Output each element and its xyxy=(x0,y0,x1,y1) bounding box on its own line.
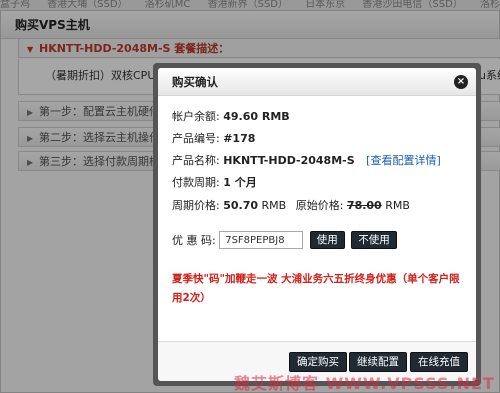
view-config-link[interactable]: [查看配置详情] xyxy=(366,154,441,167)
period-row: 付款周期: 1 个月 xyxy=(172,174,257,190)
period-value: 1 个月 xyxy=(223,176,257,189)
use-coupon-button[interactable]: 使用 xyxy=(309,231,345,249)
online-recharge-button[interactable]: 在线充值 xyxy=(410,352,468,372)
balance-value: 49.60 RMB xyxy=(223,110,290,123)
price-label: 周期价格: xyxy=(172,199,220,212)
price-value: 50.70 xyxy=(223,199,259,212)
coupon-label: 优 惠 码: xyxy=(172,234,216,247)
balance-label: 帐户余额: xyxy=(172,110,220,123)
product-name-row: 产品名称: HKNTT-HDD-2048M-S [查看配置详情] xyxy=(172,152,441,168)
price-row: 周期价格: 50.70 RMB 原始价格: 78.00 RMB xyxy=(172,197,410,213)
modal-title: 购买确认 xyxy=(172,75,218,89)
price-unit: RMB xyxy=(261,199,287,212)
coupon-input[interactable] xyxy=(219,231,304,249)
original-price-unit: RMB xyxy=(385,199,410,212)
balance-row: 帐户余额: 49.60 RMB xyxy=(172,108,290,124)
product-id-label: 产品编号: xyxy=(172,132,220,145)
original-price-label: 原始价格: xyxy=(295,199,344,212)
product-id-value: #178 xyxy=(223,132,256,145)
watermark: 魏艾斯博客 WWW.VPSSS.NET xyxy=(234,374,495,393)
close-icon[interactable]: × xyxy=(454,75,468,89)
purchase-confirm-frame: 购买确认 × 帐户余额: 49.60 RMB 产品编号: #178 产品名称: … xyxy=(153,63,481,386)
promo-text: 夏季快"码"加鞭走一波 大浦业务六五折终身优惠（单个客户限用2次） xyxy=(172,273,460,304)
no-coupon-button[interactable]: 不使用 xyxy=(351,231,397,249)
coupon-row: 优 惠 码: 使用 不使用 xyxy=(172,231,397,249)
product-name-label: 产品名称: xyxy=(172,154,220,167)
original-price-value: 78.00 xyxy=(346,199,382,212)
modal-header: 购买确认 × xyxy=(158,68,476,96)
purchase-confirm-modal: 购买确认 × 帐户余额: 49.60 RMB 产品编号: #178 产品名称: … xyxy=(158,68,476,381)
continue-config-button[interactable]: 继续配置 xyxy=(349,352,407,372)
period-label: 付款周期: xyxy=(172,176,220,189)
product-id-row: 产品编号: #178 xyxy=(172,130,255,146)
product-name-value: HKNTT-HDD-2048M-S xyxy=(223,154,355,167)
confirm-purchase-button[interactable]: 确定购买 xyxy=(289,352,347,372)
